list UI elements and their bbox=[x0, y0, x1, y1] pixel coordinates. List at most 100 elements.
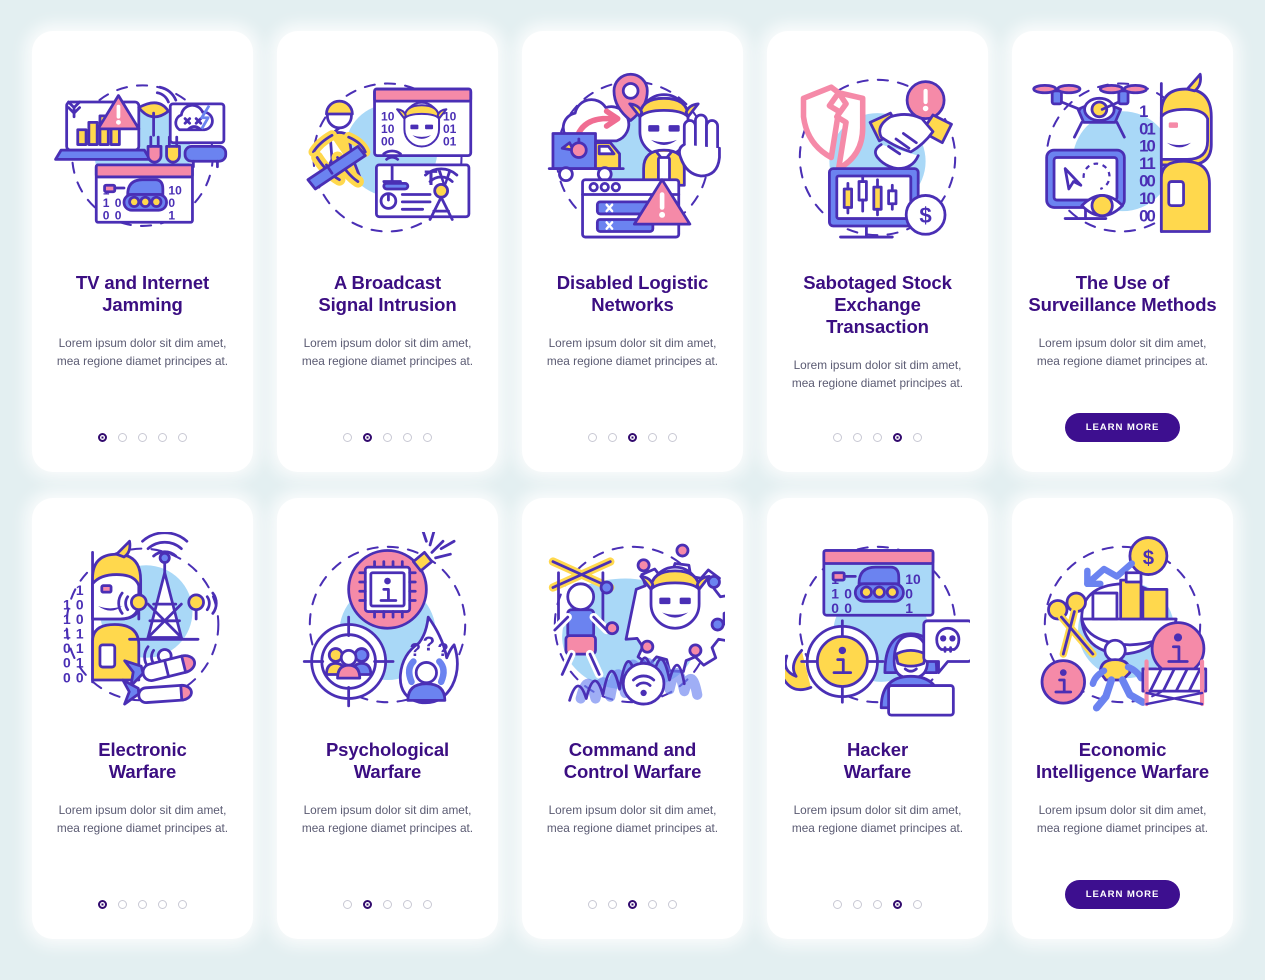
svg-text:0: 0 bbox=[844, 600, 852, 616]
card-footer bbox=[291, 900, 484, 921]
pagination-dot-2[interactable] bbox=[853, 433, 862, 442]
svg-text:0: 0 bbox=[76, 611, 84, 627]
pagination-dot-5[interactable] bbox=[913, 433, 922, 442]
pagination-dot-1[interactable] bbox=[833, 433, 842, 442]
svg-text:0: 0 bbox=[1147, 172, 1156, 191]
card-body-text: Lorem ipsum dolor sit dim amet, mea regi… bbox=[56, 336, 229, 368]
info-bomb-crosshair-people-flame-illustration: ? ? ? bbox=[295, 532, 480, 717]
card-title: Psychological Warfare bbox=[325, 739, 450, 782]
pagination-dot-4[interactable] bbox=[403, 900, 412, 909]
svg-text:0: 0 bbox=[115, 209, 122, 223]
pagination-dot-5[interactable] bbox=[668, 900, 677, 909]
pagination-dot-5[interactable] bbox=[668, 433, 677, 442]
onboarding-card-disabled-logistic-networks: Disabled Logistic Networks Lorem ipsum do… bbox=[522, 31, 743, 472]
svg-text:$: $ bbox=[1143, 547, 1155, 569]
card-title: The Use of Surveillance Methods bbox=[1028, 272, 1217, 315]
pagination-dot-4-active[interactable] bbox=[893, 900, 902, 909]
pagination-dot-4[interactable] bbox=[158, 900, 167, 909]
pagination-dot-4[interactable] bbox=[648, 900, 657, 909]
onboarding-card-a-broadcast-signal-intrusion: 10 10 00 10 01 01 TV A Broadcast Signal Intru… bbox=[277, 31, 498, 472]
svg-text:?: ? bbox=[437, 639, 448, 660]
svg-text:0: 0 bbox=[831, 600, 839, 616]
card-title: Command and Control Warfare bbox=[563, 739, 702, 782]
pagination-dot-3[interactable] bbox=[138, 433, 147, 442]
card-footer bbox=[46, 900, 239, 921]
pagination-dot-5[interactable] bbox=[423, 433, 432, 442]
onboarding-screens-grid: 110001001 TV and Internet JammingLorem i… bbox=[0, 0, 1265, 980]
pagination-dot-2[interactable] bbox=[118, 900, 127, 909]
pagination-dot-5[interactable] bbox=[913, 900, 922, 909]
pagination-dot-4[interactable] bbox=[648, 433, 657, 442]
svg-text:?: ? bbox=[423, 633, 435, 655]
drone-monitor-eye-binary-hacker-illustration: 1011010101000 bbox=[1030, 65, 1215, 250]
card-footer bbox=[536, 433, 729, 454]
pagination-dot-3[interactable] bbox=[873, 433, 882, 442]
svg-text:0: 0 bbox=[1147, 189, 1156, 208]
laptop-chart-satellite-tank-binary-illustration: 110001001 bbox=[50, 65, 235, 250]
pagination-dots bbox=[833, 433, 922, 442]
onboarding-card-electronic-warfare: 1110001001110 Electronic Warfare Lorem ip… bbox=[32, 498, 253, 939]
radio-tower-binary-hacker-missiles-illustration: 1110001001110 bbox=[50, 532, 235, 717]
pagination-dots bbox=[98, 433, 187, 442]
svg-text:0: 0 bbox=[63, 669, 71, 685]
pagination-dot-5[interactable] bbox=[423, 900, 432, 909]
svg-text:1: 1 bbox=[63, 626, 71, 642]
pagination-dot-3-active[interactable] bbox=[628, 433, 637, 442]
svg-text:1: 1 bbox=[1147, 119, 1156, 138]
pagination-dots bbox=[833, 900, 922, 909]
pagination-dot-4-active[interactable] bbox=[893, 433, 902, 442]
card-title: Disabled Logistic Networks bbox=[556, 272, 709, 315]
pagination-dot-2-active[interactable] bbox=[363, 900, 372, 909]
soldier-hacker-tv-antenna-illustration: 10 10 00 10 01 01 TV bbox=[295, 65, 480, 250]
card-body-text: Lorem ipsum dolor sit dim amet, mea regi… bbox=[56, 803, 229, 835]
svg-text:1: 1 bbox=[831, 585, 839, 601]
pagination-dot-4[interactable] bbox=[158, 433, 167, 442]
svg-text:1: 1 bbox=[1139, 102, 1148, 121]
pagination-dot-2[interactable] bbox=[853, 900, 862, 909]
onboarding-card-hacker-warfare: 110001001 Hacker WarfareLorem ipsum dolo… bbox=[767, 498, 988, 939]
card-title: Sabotaged Stock Exchange Transaction bbox=[803, 272, 952, 337]
pagination-dot-3-active[interactable] bbox=[628, 900, 637, 909]
card-body-text: Lorem ipsum dolor sit dim amet, mea regi… bbox=[791, 358, 964, 390]
pagination-dot-5[interactable] bbox=[178, 900, 187, 909]
pagination-dot-2-active[interactable] bbox=[363, 433, 372, 442]
svg-text:1: 1 bbox=[76, 582, 84, 598]
svg-text:0: 0 bbox=[905, 585, 913, 601]
card-title: Economic Intelligence Warfare bbox=[1035, 739, 1210, 782]
pagination-dot-4[interactable] bbox=[403, 433, 412, 442]
pagination-dot-5[interactable] bbox=[178, 433, 187, 442]
svg-text:1: 1 bbox=[76, 655, 84, 671]
pagination-dot-1[interactable] bbox=[588, 433, 597, 442]
svg-text:1: 1 bbox=[63, 596, 71, 612]
pagination-dot-2[interactable] bbox=[118, 433, 127, 442]
cargo-ship-dollar-scissors-info-barrier-illustration: $ bbox=[1030, 532, 1215, 717]
pagination-dot-1[interactable] bbox=[343, 433, 352, 442]
pagination-dot-1-active[interactable] bbox=[98, 433, 107, 442]
pagination-dot-3[interactable] bbox=[873, 900, 882, 909]
onboarding-card-tv-and-internet-jamming: 110001001 TV and Internet JammingLorem i… bbox=[32, 31, 253, 472]
pagination-dot-3[interactable] bbox=[383, 900, 392, 909]
svg-text:00: 00 bbox=[381, 135, 395, 149]
svg-text:1: 1 bbox=[76, 640, 84, 656]
svg-text:0: 0 bbox=[76, 596, 84, 612]
pagination-dot-1-active[interactable] bbox=[98, 900, 107, 909]
pagination-dot-2[interactable] bbox=[608, 433, 617, 442]
pagination-dot-1[interactable] bbox=[588, 900, 597, 909]
learn-more-button[interactable]: LEARN MORE bbox=[1064, 880, 1181, 909]
card-footer: LEARN MORE bbox=[1026, 880, 1219, 921]
pagination-dot-3[interactable] bbox=[383, 433, 392, 442]
onboarding-card-command-and-control-warfare: Command and Control Warfare Lorem ipsum d… bbox=[522, 498, 743, 939]
onboarding-card-psychological-warfare: ? ? ? Psychological Warfare Lorem ipsum do… bbox=[277, 498, 498, 939]
pagination-dot-3[interactable] bbox=[138, 900, 147, 909]
pagination-dot-2[interactable] bbox=[608, 900, 617, 909]
learn-more-button[interactable]: LEARN MORE bbox=[1064, 413, 1181, 442]
card-body-text: Lorem ipsum dolor sit dim amet, mea regi… bbox=[301, 803, 474, 835]
pagination-dots bbox=[98, 900, 187, 909]
card-footer bbox=[781, 900, 974, 921]
card-body-text: Lorem ipsum dolor sit dim amet, mea regi… bbox=[301, 336, 474, 368]
pagination-dots bbox=[343, 433, 432, 442]
card-title: Hacker Warfare bbox=[843, 739, 912, 782]
pagination-dot-1[interactable] bbox=[343, 900, 352, 909]
svg-text:0: 0 bbox=[1147, 137, 1156, 156]
pagination-dot-1[interactable] bbox=[833, 900, 842, 909]
